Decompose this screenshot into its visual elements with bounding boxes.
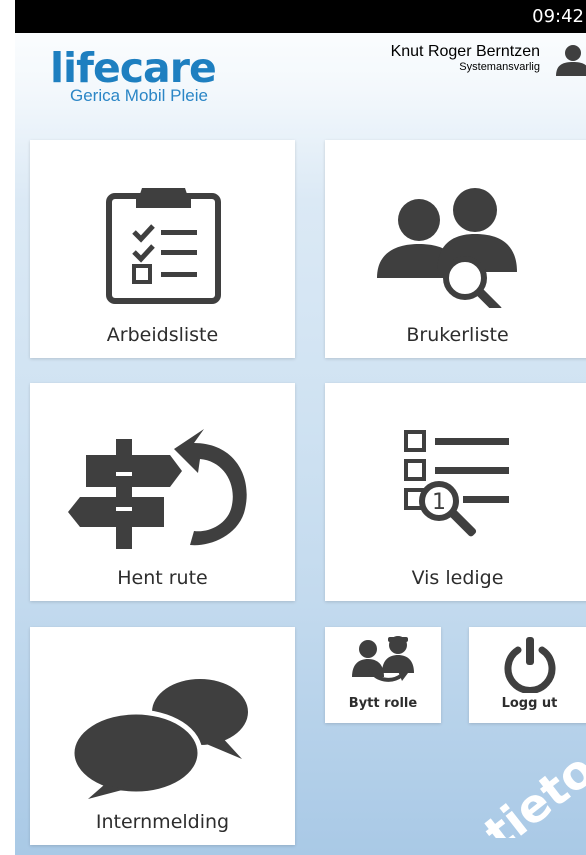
left-frame-edge: [0, 0, 15, 855]
tile-bytt-rolle[interactable]: Bytt rolle: [325, 627, 441, 723]
tieto-watermark-logo: tieto: [474, 742, 586, 838]
tile-logg-ut[interactable]: Logg ut: [469, 627, 586, 723]
tile-internmelding[interactable]: Internmelding: [30, 627, 295, 845]
tile-label: Logg ut: [501, 696, 558, 711]
svg-text:1: 1: [432, 490, 446, 515]
power-icon: [504, 637, 556, 693]
list-search-icon: 1: [404, 430, 509, 537]
user-info: Knut Roger Berntzen Systemansvarlig: [391, 42, 540, 73]
tile-hent-rute[interactable]: Hent rute: [30, 383, 295, 601]
users-search-icon: [377, 188, 517, 308]
user-name: Knut Roger Berntzen: [390, 43, 540, 60]
tile-vis-ledige[interactable]: 1 Vis ledige: [325, 383, 586, 601]
chat-bubbles-icon: [70, 679, 248, 799]
app-logo: lifecare Gerica Mobil Pleie: [50, 44, 217, 106]
tile-label: Arbeidsliste: [106, 324, 219, 346]
switch-role-icon: [352, 636, 414, 682]
tile-brukerliste[interactable]: Brukerliste: [325, 140, 586, 358]
tile-label: Vis ledige: [411, 567, 504, 589]
tile-label: Internmelding: [95, 811, 230, 833]
brand-name: lifecare: [50, 44, 217, 92]
user-role: Systemansvarlig: [459, 61, 540, 73]
product-name: Gerica Mobil Pleie: [70, 86, 208, 105]
status-bar: 09:42: [15, 0, 586, 33]
clipboard-checklist-icon: [106, 188, 221, 304]
signpost-route-icon: [68, 429, 247, 549]
tile-label: Bytt rolle: [348, 696, 418, 711]
watermark-text: tieto: [474, 742, 586, 838]
tile-label: Brukerliste: [406, 324, 509, 346]
tile-label: Hent rute: [117, 567, 208, 589]
status-time: 09:42: [532, 6, 584, 27]
user-icon: [556, 45, 586, 76]
tile-arbeidsliste[interactable]: Arbeidsliste: [30, 140, 295, 358]
